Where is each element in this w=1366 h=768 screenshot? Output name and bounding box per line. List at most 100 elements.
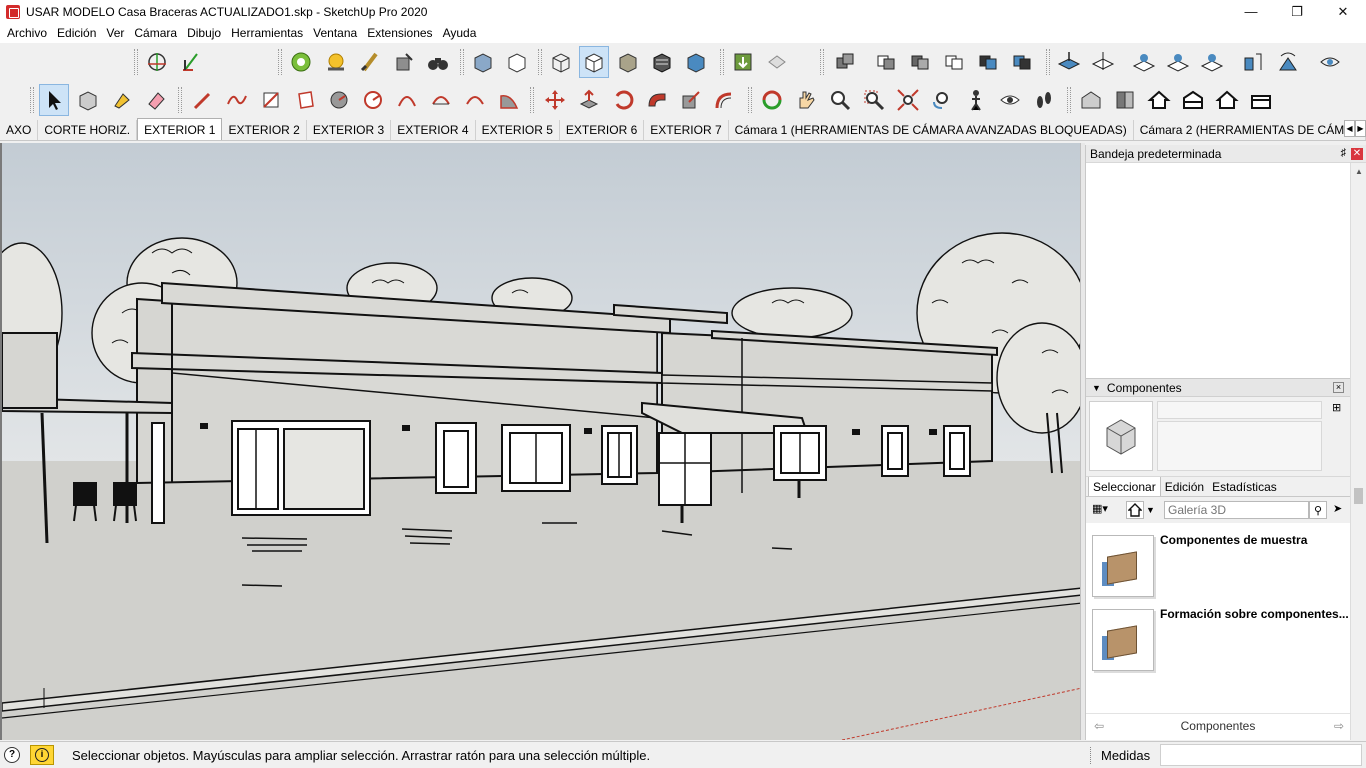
toolbar-grip[interactable] xyxy=(538,49,542,75)
tab-estadisticas[interactable]: Estadísticas xyxy=(1208,478,1281,496)
scene-tab[interactable]: EXTERIOR 5 xyxy=(476,120,560,140)
follow-me-icon[interactable] xyxy=(642,84,672,116)
tray-scrollbar[interactable]: ▲ xyxy=(1350,163,1366,740)
import-icon[interactable] xyxy=(728,46,758,78)
group-icon[interactable] xyxy=(830,46,860,78)
rectangle-icon[interactable] xyxy=(256,84,286,116)
outer-shell-icon[interactable] xyxy=(871,46,901,78)
shadows-icon[interactable] xyxy=(321,46,351,78)
menu-extensiones[interactable]: Extensiones xyxy=(362,23,437,43)
xray-icon[interactable] xyxy=(468,46,498,78)
rotate-icon[interactable] xyxy=(608,84,638,116)
make-component-icon[interactable] xyxy=(73,84,103,116)
view-options-icon[interactable]: ▦▾ xyxy=(1092,502,1112,518)
menu-ver[interactable]: Ver xyxy=(101,23,129,43)
tab-seleccionar[interactable]: Seleccionar xyxy=(1088,476,1161,496)
home-icon[interactable] xyxy=(1126,501,1144,519)
add-component-icon[interactable]: ⊞ xyxy=(1332,403,1342,415)
orbit-icon[interactable] xyxy=(757,84,787,116)
look-around-icon[interactable] xyxy=(995,84,1025,116)
maximize-button[interactable]: ❐ xyxy=(1274,0,1320,23)
search-icon[interactable]: ⚲ xyxy=(1309,501,1327,519)
toolbar-grip[interactable] xyxy=(748,87,752,113)
monochrome-icon[interactable] xyxy=(681,46,711,78)
toolbar-grip[interactable] xyxy=(820,49,824,75)
scene-tab[interactable]: CORTE HORIZ. xyxy=(38,120,138,140)
right-view-icon[interactable] xyxy=(1163,46,1193,78)
forward-arrow-icon[interactable]: ⇨ xyxy=(1334,719,1344,733)
component-description-field[interactable] xyxy=(1157,421,1322,471)
components-close-icon[interactable]: × xyxy=(1333,382,1344,393)
front-view-icon[interactable] xyxy=(1129,46,1159,78)
house-layer-icon[interactable] xyxy=(1178,84,1208,116)
polygon-icon[interactable] xyxy=(358,84,388,116)
shaded-textures-icon[interactable] xyxy=(647,46,677,78)
toolbar-grip[interactable] xyxy=(1046,49,1050,75)
styles-icon[interactable] xyxy=(355,46,385,78)
house-outline-icon[interactable] xyxy=(1212,84,1242,116)
pan-hand-icon[interactable] xyxy=(791,84,821,116)
scene-tab[interactable]: AXO xyxy=(0,120,39,140)
section-plane-icon[interactable] xyxy=(176,46,206,78)
scene-tab-active[interactable]: EXTERIOR 1 xyxy=(137,118,223,140)
back-view-icon[interactable] xyxy=(1197,46,1227,78)
shaded-icon[interactable] xyxy=(613,46,643,78)
scene-scroll-left-icon[interactable]: ◀ xyxy=(1344,120,1355,137)
minimize-button[interactable]: — xyxy=(1228,0,1274,23)
scale-icon[interactable] xyxy=(676,84,706,116)
instructor-icon[interactable]: i xyxy=(30,745,54,765)
scene-scroll-right-icon[interactable]: ▶ xyxy=(1355,120,1366,137)
details-arrow-icon[interactable]: ➤ xyxy=(1333,502,1347,518)
scroll-thumb[interactable] xyxy=(1354,488,1363,504)
house-icon[interactable] xyxy=(1144,84,1174,116)
scene-tab[interactable]: EXTERIOR 2 xyxy=(222,120,307,140)
wireframe-icon[interactable] xyxy=(546,46,576,78)
navigation-dropdown-icon[interactable]: ▼ xyxy=(1146,501,1157,519)
union-icon[interactable] xyxy=(939,46,969,78)
scroll-up-icon[interactable]: ▲ xyxy=(1351,163,1366,179)
two-point-arc-icon[interactable] xyxy=(426,84,456,116)
list-item[interactable]: Componentes de muestra xyxy=(1092,533,1347,599)
subtract-icon[interactable] xyxy=(973,46,1003,78)
zoom-icon[interactable] xyxy=(825,84,855,116)
move-icon[interactable] xyxy=(540,84,570,116)
trim-icon[interactable] xyxy=(1007,46,1037,78)
toolbar-grip[interactable] xyxy=(460,49,464,75)
house-section-icon[interactable] xyxy=(1246,84,1276,116)
component-search-input[interactable] xyxy=(1164,501,1309,519)
walk-through-icon[interactable] xyxy=(1315,46,1345,78)
toolbar-grip[interactable] xyxy=(30,87,34,113)
warehouse-icon[interactable] xyxy=(1076,84,1106,116)
intersect-icon[interactable] xyxy=(905,46,935,78)
tray-close-icon[interactable]: ✕ xyxy=(1351,148,1363,160)
close-button[interactable]: ✕ xyxy=(1320,0,1366,23)
rotated-rectangle-icon[interactable] xyxy=(290,84,320,116)
freehand-icon[interactable] xyxy=(222,84,252,116)
binoculars-icon[interactable] xyxy=(423,46,453,78)
paint-icon[interactable] xyxy=(107,84,137,116)
select-arrow-icon[interactable] xyxy=(39,84,69,116)
toolbar-grip[interactable] xyxy=(720,49,724,75)
toolbar-grip[interactable] xyxy=(278,49,282,75)
measurements-input[interactable] xyxy=(1160,744,1362,766)
top-view-icon[interactable] xyxy=(1054,46,1084,78)
toolbar-grip[interactable] xyxy=(530,87,534,113)
iso-view-icon[interactable] xyxy=(1088,46,1118,78)
pie-icon[interactable] xyxy=(494,84,524,116)
menu-ventana[interactable]: Ventana xyxy=(308,23,362,43)
model-viewport[interactable] xyxy=(0,143,1080,740)
zoom-window-icon[interactable] xyxy=(859,84,889,116)
flip-icon[interactable] xyxy=(1273,46,1303,78)
zoom-extents-icon[interactable] xyxy=(893,84,923,116)
extension-warehouse-icon[interactable] xyxy=(1110,84,1140,116)
components-icon[interactable] xyxy=(286,46,316,78)
component-name-field[interactable] xyxy=(1157,401,1322,419)
components-header[interactable]: ▼ Componentes × xyxy=(1086,378,1350,397)
back-arrow-icon[interactable]: ⇦ xyxy=(1094,719,1104,733)
circle-icon[interactable] xyxy=(324,84,354,116)
position-camera-icon[interactable] xyxy=(961,84,991,116)
geo-location-icon[interactable]: ? xyxy=(4,747,20,763)
menu-camara[interactable]: Cámara xyxy=(129,23,182,43)
scene-tab[interactable]: EXTERIOR 3 xyxy=(307,120,392,140)
offset-icon[interactable] xyxy=(710,84,740,116)
